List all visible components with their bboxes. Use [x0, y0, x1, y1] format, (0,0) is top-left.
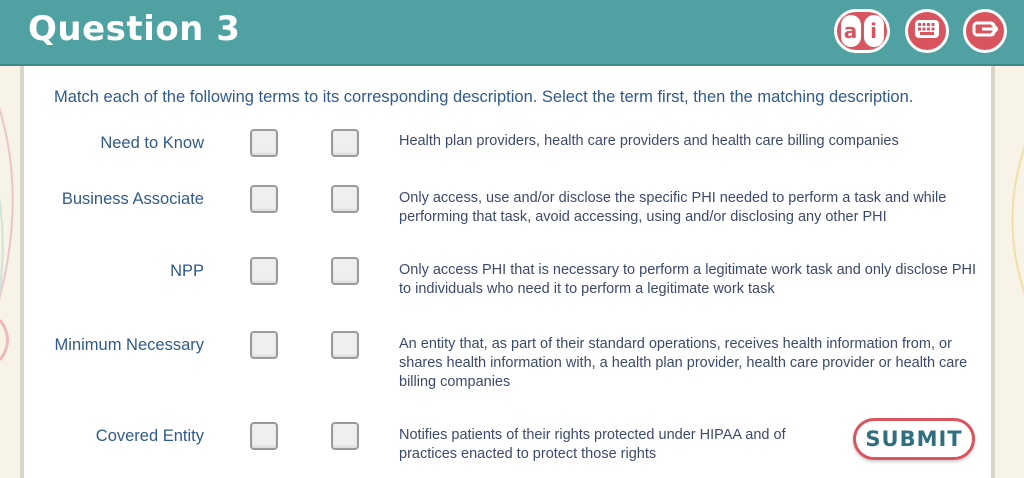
description-checkbox-1[interactable]	[331, 129, 359, 157]
term-checkbox-business-associate[interactable]	[250, 185, 278, 213]
description-text-2: Only access, use and/or disclose the spe…	[399, 190, 947, 225]
ai-letter-a: a	[840, 15, 861, 47]
description-checkbox-3[interactable]	[331, 257, 359, 285]
term-checkbox-need-to-know[interactable]	[250, 129, 278, 157]
term-label-need-to-know: Need to Know	[100, 134, 204, 152]
term-label-covered-entity: Covered Entity	[95, 427, 204, 445]
keyboard-button[interactable]	[905, 9, 949, 53]
exit-button[interactable]	[963, 9, 1007, 53]
term-checkbox-covered-entity[interactable]	[250, 422, 278, 450]
description-text-5: Notifies patients of their rights protec…	[399, 427, 786, 462]
header-bar: Question 3 a i	[0, 0, 1024, 66]
exit-icon	[972, 18, 1000, 45]
description-text-4: An entity that, as part of their standar…	[399, 336, 968, 390]
term-label-minimum-necessary: Minimum Necessary	[54, 336, 204, 354]
term-checkbox-minimum-necessary[interactable]	[250, 331, 278, 359]
page-title: Question 3	[28, 9, 241, 49]
description-checkbox-5[interactable]	[331, 422, 359, 450]
question-panel: Match each of the following terms to its…	[20, 66, 995, 478]
description-checkbox-4[interactable]	[331, 331, 359, 359]
description-checkbox-2[interactable]	[331, 185, 359, 213]
instructions-text: Match each of the following terms to its…	[54, 88, 914, 106]
term-label-npp: NPP	[170, 262, 204, 280]
keyboard-icon	[914, 19, 940, 44]
description-text-1: Health plan providers, health care provi…	[399, 133, 899, 149]
term-checkbox-npp[interactable]	[250, 257, 278, 285]
ai-letter-i: i	[863, 15, 884, 47]
term-label-business-associate: Business Associate	[61, 190, 204, 208]
submit-button[interactable]: SUBMIT	[853, 418, 975, 460]
description-text-3: Only access PHI that is necessary to per…	[399, 262, 977, 297]
ai-button[interactable]: a i	[834, 9, 890, 53]
